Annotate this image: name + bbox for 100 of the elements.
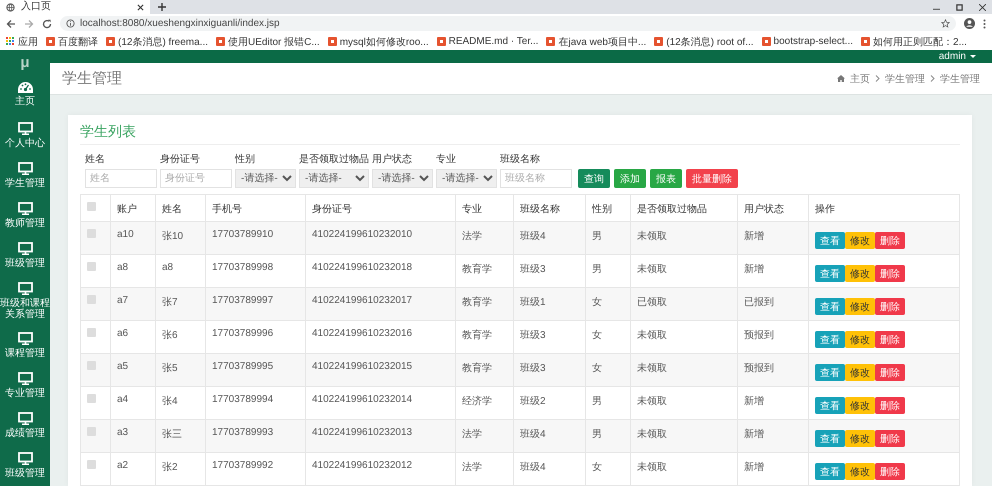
table-cell: 教育学 xyxy=(462,363,492,374)
sidebar-item[interactable]: 专业管理 xyxy=(0,388,50,399)
maximize-icon[interactable] xyxy=(956,4,963,10)
reload-icon[interactable] xyxy=(42,18,52,28)
bookmark-link[interactable]: bootstrap-select... xyxy=(774,36,854,47)
monitor-icon[interactable] xyxy=(18,162,32,175)
sidebar-item[interactable]: 个人中心 xyxy=(0,138,50,149)
checkbox[interactable] xyxy=(87,460,96,469)
checkbox[interactable] xyxy=(87,427,96,436)
favicon-icon xyxy=(861,37,870,46)
monitor-icon[interactable] xyxy=(18,122,32,135)
checkbox[interactable] xyxy=(87,394,96,403)
column-header: 班级名称 xyxy=(520,204,560,215)
checkbox[interactable] xyxy=(87,229,96,238)
delete-button[interactable]: 删除 xyxy=(875,463,905,480)
sidebar-item[interactable]: 班级管理 xyxy=(0,468,50,479)
apps-icon[interactable] xyxy=(6,37,15,46)
monitor-icon[interactable] xyxy=(18,412,32,425)
more-icon[interactable] xyxy=(983,18,986,28)
dropdown[interactable]: -请选择- xyxy=(299,169,369,188)
bookmark-link[interactable]: 应用 xyxy=(18,34,38,48)
sidebar-item[interactable]: 课程管理 xyxy=(0,348,50,359)
new-tab-icon[interactable] xyxy=(158,3,166,11)
dashboard-icon[interactable] xyxy=(18,82,32,93)
user-menu[interactable]: admin xyxy=(938,51,966,62)
checkbox[interactable] xyxy=(87,361,96,370)
bookmark-link[interactable]: 百度翻译 xyxy=(58,34,98,48)
breadcrumb-link[interactable]: 学生管理 xyxy=(885,72,925,86)
dropdown[interactable]: -请选择- xyxy=(235,169,296,188)
bookmark-link[interactable]: 在java web项目中... xyxy=(558,34,646,48)
delete-button[interactable]: 删除 xyxy=(875,232,905,249)
profile-icon[interactable] xyxy=(964,18,975,29)
table-cell: 班级2 xyxy=(520,396,546,407)
delete-button[interactable]: 批量删除 xyxy=(686,169,738,188)
checkbox[interactable] xyxy=(87,328,96,337)
sidebar-item[interactable]: 教师管理 xyxy=(0,218,50,229)
column-header: 操作 xyxy=(815,204,835,215)
star-icon[interactable] xyxy=(941,19,950,28)
back-icon[interactable] xyxy=(6,18,16,28)
bookmark-link[interactable]: (12条消息) freema... xyxy=(118,34,208,48)
breadcrumb-link[interactable]: 主页 xyxy=(850,72,870,86)
delete-button[interactable]: 删除 xyxy=(875,430,905,447)
sidebar-item[interactable]: 班级管理 xyxy=(0,258,50,269)
dropdown[interactable]: -请选择- xyxy=(436,169,497,188)
bookmark-link[interactable]: README.md · Ter... xyxy=(448,36,538,47)
delete-button[interactable]: 删除 xyxy=(875,397,905,414)
edit-button[interactable]: 修改 xyxy=(845,298,875,315)
close-tab-icon[interactable] xyxy=(137,4,144,10)
text-field[interactable]: 班级名称 xyxy=(500,169,572,188)
edit-button[interactable]: 修改 xyxy=(845,265,875,282)
search-button[interactable]: 查询 xyxy=(578,169,610,188)
address-bar[interactable]: localhost:8080/xueshengxinxiguanli/index.jsp xyxy=(60,16,956,31)
sidebar-item[interactable]: 学生管理 xyxy=(0,178,50,189)
favicon-icon xyxy=(106,37,115,46)
edit-button[interactable]: 修改 xyxy=(845,232,875,249)
edit-button[interactable]: 修改 xyxy=(845,430,875,447)
text-field[interactable]: 身份证号 xyxy=(160,169,232,188)
sidebar-item[interactable]: 班级和课程关系管理 xyxy=(0,298,50,320)
table-cell: 新增 xyxy=(744,429,764,440)
delete-button[interactable]: 删除 xyxy=(875,364,905,381)
monitor-icon[interactable] xyxy=(18,282,32,295)
monitor-icon[interactable] xyxy=(18,452,32,465)
bookmark-link[interactable]: (12条消息) root of... xyxy=(666,34,754,48)
text-field[interactable]: 姓名 xyxy=(85,169,157,188)
table-cell: 410224199610232014 xyxy=(312,394,412,405)
table-cell: 未领取 xyxy=(637,330,667,341)
delete-button[interactable]: 删除 xyxy=(875,265,905,282)
monitor-icon[interactable] xyxy=(18,242,32,255)
delete-button[interactable]: 删除 xyxy=(875,331,905,348)
close-icon[interactable] xyxy=(979,4,986,10)
filter-label: 用户状态 xyxy=(372,152,413,166)
monitor-icon[interactable] xyxy=(18,202,32,215)
edit-button[interactable]: 修改 xyxy=(845,364,875,381)
dropdown[interactable]: -请选择- xyxy=(372,169,433,188)
sidebar-item[interactable]: 成绩管理 xyxy=(0,428,50,439)
filter-label: 身份证号 xyxy=(160,153,201,166)
monitor-icon[interactable] xyxy=(18,332,32,345)
breadcrumb-link[interactable]: 学生管理 xyxy=(940,72,980,86)
table-cell: 预报到 xyxy=(744,363,774,374)
delete-button[interactable]: 删除 xyxy=(875,298,905,315)
caret-icon[interactable] xyxy=(970,55,976,58)
monitor-icon[interactable] xyxy=(18,372,32,385)
bookmark-link[interactable]: mysql如何修改roo... xyxy=(340,34,429,48)
checkbox[interactable] xyxy=(87,295,96,304)
sidebar-item[interactable]: 主页 xyxy=(0,96,50,107)
edit-button[interactable]: 修改 xyxy=(845,397,875,414)
bookmark-link[interactable]: 使用UEditor 报错C... xyxy=(228,34,320,48)
bookmark-link[interactable]: 如何用正则匹配：2... xyxy=(873,34,967,48)
column-header: 专业 xyxy=(462,204,482,215)
table-cell: a3 xyxy=(117,427,128,438)
checkbox[interactable] xyxy=(87,202,96,211)
home-icon[interactable] xyxy=(837,75,845,82)
edit-button[interactable]: 修改 xyxy=(845,463,875,480)
table-cell: a4 xyxy=(117,394,128,405)
edit-button[interactable]: 修改 xyxy=(845,331,875,348)
table-cell: a6 xyxy=(117,328,128,339)
table-cell: 未领取 xyxy=(637,462,667,473)
column-header: 性别 xyxy=(592,204,612,215)
table-cell: 410224199610232018 xyxy=(312,262,412,273)
checkbox[interactable] xyxy=(87,262,96,271)
